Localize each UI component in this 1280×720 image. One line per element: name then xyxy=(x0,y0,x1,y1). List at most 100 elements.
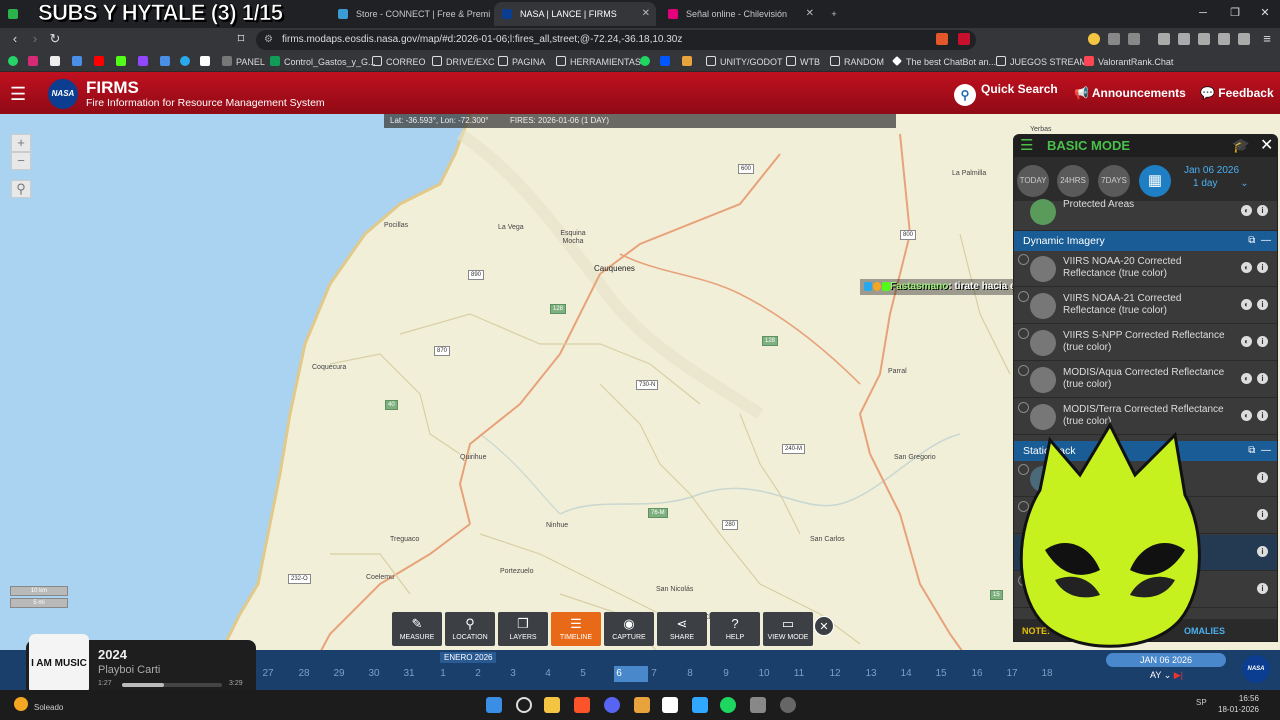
bookmark-folder-wtb[interactable]: WTB xyxy=(786,55,820,69)
extension-icon[interactable] xyxy=(1108,33,1120,45)
timeline-day[interactable]: 6 xyxy=(612,668,626,679)
brave-icon[interactable] xyxy=(574,697,590,713)
spotify-icon[interactable] xyxy=(720,697,736,713)
timeline-day[interactable]: 12 xyxy=(828,668,842,679)
layer-modis-aqua[interactable]: MODIS/Aqua Corrected Reflectance (true c… xyxy=(1014,362,1277,398)
bookmark-folder-correo[interactable]: CORREO xyxy=(372,55,426,69)
timeline-day[interactable]: 1 xyxy=(436,668,450,679)
menu-icon[interactable]: ≡ xyxy=(1258,31,1276,46)
timeline-date-pill[interactable]: JAN 06 2026 xyxy=(1106,653,1226,667)
opacity-icon[interactable]: ◐ xyxy=(1241,410,1252,421)
measure-button[interactable]: ✎ MEASURE xyxy=(392,612,442,646)
notion-icon[interactable] xyxy=(200,56,210,66)
timeline-day[interactable]: 17 xyxy=(1005,668,1019,679)
share-button[interactable]: ⋖ SHARE xyxy=(657,612,707,646)
announcements-button[interactable]: 📢 Announcements xyxy=(1074,86,1186,100)
timeline-day[interactable]: 29 xyxy=(332,668,346,679)
timeline-day[interactable]: 15 xyxy=(934,668,948,679)
opacity-icon[interactable]: ◐ xyxy=(1241,336,1252,347)
close-toolbar-icon[interactable]: ✕ xyxy=(814,616,834,636)
system-clock[interactable]: 16:56 18-01-2026 xyxy=(1218,693,1259,715)
timeline-day[interactable]: 30 xyxy=(367,668,381,679)
layer-viirs-noaa21[interactable]: VIIRS NOAA-21 Corrected Reflectance (tru… xyxy=(1014,288,1277,324)
info-icon[interactable]: i xyxy=(1257,373,1268,384)
selected-range[interactable]: 1 day ⌄ xyxy=(1193,178,1249,189)
quick-search-button[interactable]: ⚲ Quick Search xyxy=(954,82,1058,106)
weather-icon[interactable] xyxy=(14,697,28,711)
timeline-day[interactable]: 8 xyxy=(683,668,697,679)
bookmark-icon[interactable] xyxy=(160,56,170,66)
opacity-icon[interactable]: ◐ xyxy=(1241,373,1252,384)
twitch-icon[interactable] xyxy=(138,56,148,66)
info-icon[interactable]: i xyxy=(1257,546,1268,557)
zoom-out-button[interactable]: − xyxy=(11,152,31,170)
layer-checkbox[interactable] xyxy=(1018,291,1029,302)
timeline-day[interactable]: 28 xyxy=(297,668,311,679)
hamburger-menu-icon[interactable]: ☰ xyxy=(10,84,26,105)
bookmark-gastos[interactable]: Control_Gastos_y_G... xyxy=(270,55,376,69)
timeline-day[interactable]: 11 xyxy=(792,668,806,679)
layer-checkbox[interactable] xyxy=(1018,328,1029,339)
layer-checkbox[interactable] xyxy=(1018,402,1029,413)
youtube-icon[interactable] xyxy=(94,56,104,66)
info-icon[interactable]: i xyxy=(1257,583,1268,594)
extension-icon[interactable] xyxy=(1128,33,1140,45)
info-icon[interactable]: i xyxy=(1257,299,1268,310)
timeline-day[interactable]: 18 xyxy=(1040,668,1054,679)
calendar-icon[interactable]: ▦ xyxy=(1139,165,1171,197)
range-24hrs-button[interactable]: 24HRS xyxy=(1057,165,1089,197)
timeline-day[interactable]: 14 xyxy=(899,668,913,679)
forward-icon[interactable]: › xyxy=(26,31,44,46)
timeline-button[interactable]: ☰ TIMELINE xyxy=(551,612,601,646)
layer-checkbox[interactable] xyxy=(1018,365,1029,376)
info-icon[interactable]: i xyxy=(1257,472,1268,483)
layer-protected-areas[interactable]: Protected Areas ◐ i xyxy=(1014,199,1277,231)
bookmark-folder-pagina[interactable]: PAGINA xyxy=(498,55,545,69)
kick-icon[interactable] xyxy=(116,56,126,66)
leo-icon[interactable] xyxy=(1218,33,1230,45)
whatsapp-icon[interactable] xyxy=(8,56,18,66)
tab-firms[interactable]: NASA | LANCE | FIRMS ✕ xyxy=(494,2,656,26)
location-button[interactable]: ⚲ LOCATION xyxy=(445,612,495,646)
discord-icon[interactable] xyxy=(604,697,620,713)
section-controls-icon[interactable]: ⧉ — xyxy=(1248,441,1271,461)
notion-icon[interactable] xyxy=(662,697,678,713)
close-window-icon[interactable]: ✕ xyxy=(1248,0,1280,26)
zoom-in-button[interactable]: + xyxy=(11,134,31,152)
url-field[interactable]: ⚙ firms.modaps.eosdis.nasa.gov/map/#d:20… xyxy=(256,30,976,50)
selected-date[interactable]: Jan 06 2026 xyxy=(1184,165,1239,176)
instagram-icon[interactable] xyxy=(28,56,38,66)
start-icon[interactable] xyxy=(486,697,502,713)
nasa-logo-small[interactable]: NASA xyxy=(1242,655,1270,683)
maximize-icon[interactable]: ❐ xyxy=(1218,0,1252,26)
timeline-day[interactable]: 5 xyxy=(576,668,590,679)
bookmark-icon[interactable] xyxy=(682,56,692,66)
panel-menu-icon[interactable]: ☰ xyxy=(1020,136,1033,154)
locate-me-button[interactable]: ⚲ xyxy=(11,180,31,198)
bookmark-folder-herramientas[interactable]: HERRAMIENTAS xyxy=(556,55,641,69)
timeline-day[interactable]: 10 xyxy=(757,668,771,679)
section-controls-icon[interactable]: ⧉ — xyxy=(1248,231,1271,251)
telegram-icon[interactable] xyxy=(180,56,190,66)
sidebar-icon[interactable] xyxy=(1178,33,1190,45)
wallet-icon[interactable] xyxy=(1198,33,1210,45)
timeline-day[interactable]: 31 xyxy=(402,668,416,679)
search-icon[interactable] xyxy=(516,697,532,713)
language-indicator[interactable]: SP xyxy=(1196,698,1207,707)
tab-store[interactable]: Store - CONNECT | Free & Premium xyxy=(330,2,490,26)
site-info-icon[interactable]: ⚙ xyxy=(264,30,273,50)
back-icon[interactable]: ‹ xyxy=(6,31,24,46)
timeline-day[interactable]: 9 xyxy=(719,668,733,679)
timeline-day[interactable]: 13 xyxy=(864,668,878,679)
bookmark-folder-juegos[interactable]: JUEGOS STREAM xyxy=(996,55,1087,69)
close-tab-icon[interactable]: ✕ xyxy=(642,2,650,26)
app-icon[interactable] xyxy=(634,697,650,713)
bookmark-folder-unity[interactable]: UNITY/GODOT xyxy=(706,55,783,69)
range-today-button[interactable]: TODAY xyxy=(1017,165,1049,197)
vpn-icon[interactable] xyxy=(1238,33,1250,45)
behance-icon[interactable] xyxy=(660,56,670,66)
timeline-day[interactable]: 2 xyxy=(471,668,485,679)
capture-button[interactable]: ◉ CAPTURE xyxy=(604,612,654,646)
app-icon[interactable] xyxy=(750,697,766,713)
timeline-day[interactable]: 4 xyxy=(541,668,555,679)
